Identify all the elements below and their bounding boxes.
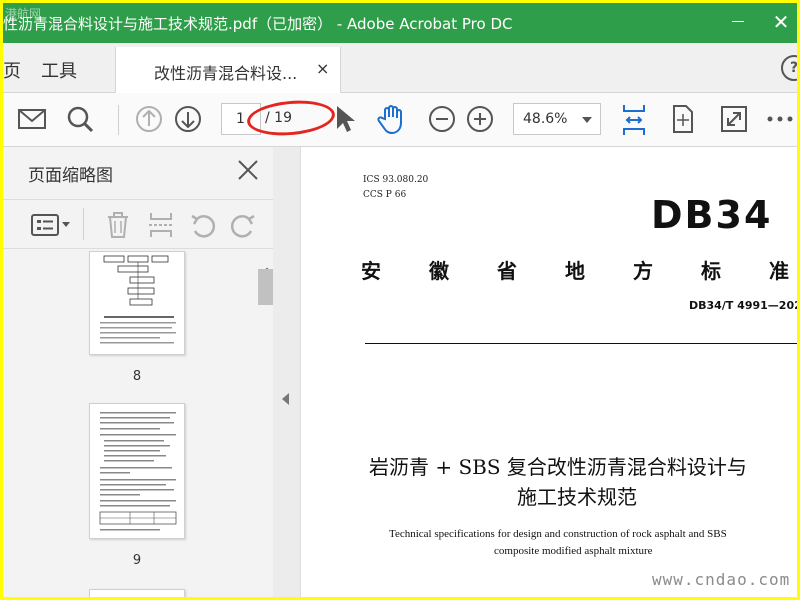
tab-close-icon[interactable]: × <box>316 59 329 78</box>
tab-tools[interactable]: 工具 <box>41 57 77 83</box>
search-icon[interactable] <box>65 103 95 135</box>
panel-collapse-handle[interactable] <box>273 147 301 597</box>
doc-ics: ICS 93.080.20 <box>363 175 429 185</box>
full-screen-icon[interactable] <box>719 103 749 135</box>
hand-icon[interactable] <box>376 103 408 135</box>
zoom-level-value: 48.6% <box>523 111 568 127</box>
doc-standard-code: DB34/T 4991—2025 <box>689 299 797 312</box>
minimize-button[interactable] <box>723 9 753 35</box>
rotate-view-icon[interactable] <box>669 103 697 135</box>
trash-icon[interactable] <box>105 211 131 243</box>
title-bar: 性沥青混合料设计与施工技术规范.pdf（已加密） - Adobe Acrobat… <box>3 3 797 43</box>
doc-english-line2: composite modified asphalt mixture <box>494 545 653 557</box>
thumbnail-label-8: 8 <box>132 369 142 384</box>
thumbnail-page-next[interactable] <box>89 589 185 597</box>
thumbnail-page-8[interactable] <box>89 251 185 355</box>
rotate-left-icon[interactable] <box>189 211 217 243</box>
toolbar: 1 / 19 48.6% <box>3 93 797 147</box>
panel-close-icon[interactable] <box>235 157 261 183</box>
site-watermark-top: 港航网 <box>5 7 42 21</box>
chevron-left-icon <box>282 393 289 405</box>
close-window-button[interactable]: ✕ <box>768 9 794 35</box>
thumbnail-page-9[interactable] <box>89 403 185 539</box>
document-view[interactable]: ICS 93.080.20 CCS P 66 DB34 安徽省地方标准 DB34… <box>301 147 797 597</box>
toolbar-separator <box>118 105 119 135</box>
thumbnail-options-icon[interactable] <box>31 212 73 242</box>
zoom-level-select[interactable]: 48.6% <box>513 103 601 135</box>
select-cursor-icon[interactable] <box>333 103 357 135</box>
rotate-right-icon[interactable] <box>229 211 257 243</box>
panel-title: 页面缩略图 <box>28 166 113 186</box>
doc-english-line1: Technical specifications for design and … <box>389 528 727 540</box>
zoom-in-icon[interactable] <box>465 103 495 135</box>
tab-document[interactable]: 改性沥青混合料设... × <box>115 47 341 93</box>
more-icon[interactable] <box>765 103 795 135</box>
tab-document-label: 改性沥青混合料设... <box>154 64 298 83</box>
window-title: 性沥青混合料设计与施工技术规范.pdf（已加密） - Adobe Acrobat… <box>3 15 513 33</box>
panel-separator <box>83 208 84 240</box>
doc-db-logo: DB34 <box>651 193 773 237</box>
fit-width-icon[interactable] <box>619 103 649 135</box>
site-watermark: www.cndao.com <box>652 570 791 589</box>
page-up-icon[interactable] <box>134 103 164 135</box>
chevron-down-icon <box>582 117 592 123</box>
panel-toolbar <box>3 199 273 249</box>
tab-bar: 页 工具 改性沥青混合料设... × ? <box>3 43 797 93</box>
mail-icon[interactable] <box>17 103 47 135</box>
doc-title-line2: 施工技术规范 <box>517 485 637 509</box>
doc-title-line1: 岩沥青 + SBS 复合改性沥青混合料设计与 <box>369 455 747 479</box>
thumbnail-panel: 页面缩略图 8 9 <box>3 147 273 597</box>
doc-rule <box>365 343 797 344</box>
tab-home[interactable]: 页 <box>3 57 21 83</box>
doc-standard-line: 安徽省地方标准 <box>361 259 797 283</box>
doc-ccs: CCS P 66 <box>363 190 407 200</box>
thumbnail-label-9: 9 <box>132 553 142 568</box>
zoom-out-icon[interactable] <box>427 103 457 135</box>
page-down-icon[interactable] <box>173 103 203 135</box>
thumbnail-list: 8 9 <box>3 251 255 597</box>
help-icon[interactable]: ? <box>781 55 797 81</box>
app-window: 性沥青混合料设计与施工技术规范.pdf（已加密） - Adobe Acrobat… <box>3 3 797 597</box>
insert-page-icon[interactable] <box>147 211 175 243</box>
